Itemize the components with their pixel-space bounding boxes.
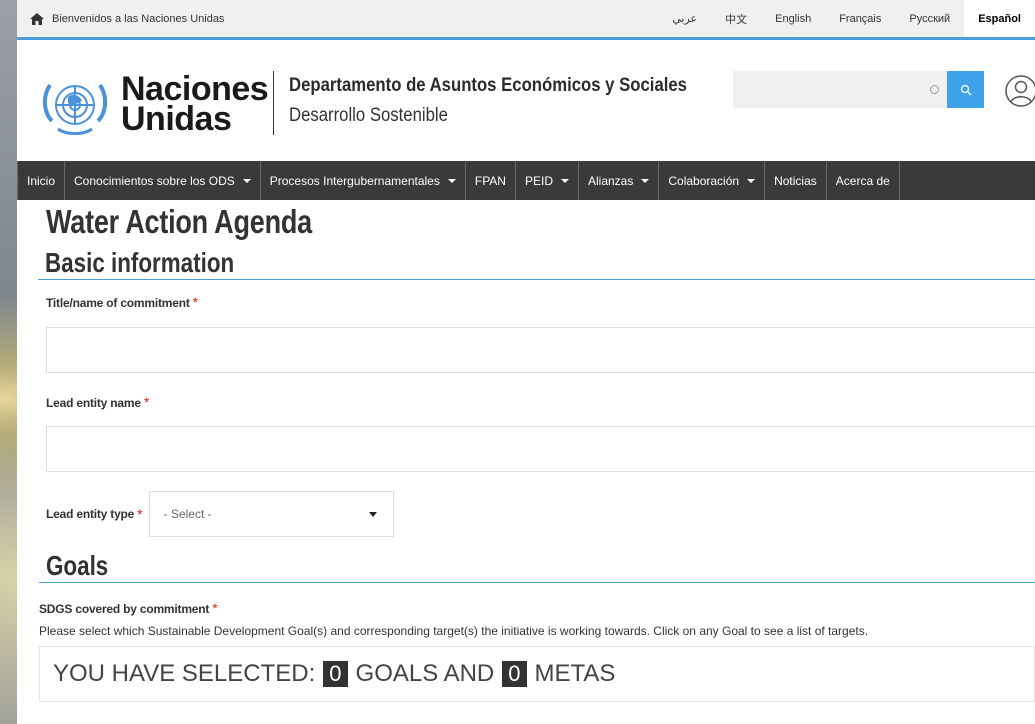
language-switcher: عربي 中文 English Français Русский Español: [658, 0, 1035, 37]
caret-down-icon: [447, 178, 456, 183]
lead-type-row: Lead entity type * - Select -: [46, 491, 1035, 537]
select-value: - Select -: [163, 507, 212, 521]
title-input[interactable]: [46, 327, 1035, 373]
welcome-link[interactable]: Bienvenidos a las Naciones Unidas: [52, 13, 224, 25]
nav-label: Procesos Intergubernamentales: [269, 173, 440, 188]
nav-item-peid[interactable]: PEID: [516, 161, 579, 200]
search-clear-icon: [930, 85, 939, 94]
site-header: Naciones Unidas Departamento de Asuntos …: [17, 40, 1035, 161]
nav-label: Noticias: [774, 173, 817, 188]
nav-label: FPAN: [474, 173, 506, 188]
lang-french[interactable]: Français: [825, 0, 895, 37]
nav-item-conocimientos[interactable]: Conocimientos sobre los ODS: [65, 161, 261, 200]
selection-summary: YOU HAVE SELECTED: 0 GOALS AND 0 METAS: [39, 646, 1035, 702]
caret-down-icon: [561, 178, 569, 183]
required-marker: *: [143, 394, 150, 410]
metas-count-badge: 0: [502, 661, 527, 687]
nav-label: Colaboración: [668, 173, 740, 188]
caret-down-icon: [747, 178, 756, 183]
nav-item-alianzas[interactable]: Alianzas: [579, 161, 660, 200]
required-marker: *: [137, 506, 143, 522]
top-bar: Bienvenidos a las Naciones Unidas عربي 中…: [17, 0, 1035, 40]
chevron-down-icon: [368, 511, 377, 517]
nav-item-acerca[interactable]: Acerca de: [827, 161, 900, 200]
nav-label: Conocimientos sobre los ODS: [74, 173, 235, 188]
nav-label: PEID: [524, 173, 553, 188]
goals-count-badge: 0: [323, 661, 348, 687]
main-navigation: Inicio Conocimientos sobre los ODS Proce…: [17, 161, 1035, 200]
nav-label: Alianzas: [588, 173, 634, 188]
nav-item-procesos[interactable]: Procesos Intergubernamentales: [261, 161, 466, 200]
nav-item-noticias[interactable]: Noticias: [765, 161, 827, 200]
search-icon: [960, 84, 971, 95]
un-logo-text[interactable]: Naciones Unidas: [121, 72, 269, 138]
caret-down-icon: [242, 178, 251, 183]
required-marker: *: [212, 600, 218, 616]
home-icon[interactable]: [30, 12, 44, 25]
caret-down-icon: [641, 178, 650, 183]
lead-name-label-row: Lead entity name *: [46, 394, 1035, 412]
nav-label: Inicio: [27, 173, 56, 188]
lead-name-input[interactable]: [46, 426, 1035, 472]
sdgs-label: SDGS covered by commitment: [39, 602, 210, 616]
department-subtitle[interactable]: Desarrollo Sostenible: [289, 105, 448, 127]
section-goals: Goals: [39, 550, 1035, 583]
section-heading: Goals: [46, 550, 109, 581]
nav-item-colaboracion[interactable]: Colaboración: [659, 161, 766, 200]
lang-chinese[interactable]: 中文: [711, 0, 761, 37]
section-heading: Basic information: [45, 247, 235, 278]
nav-item-fpan[interactable]: FPAN: [466, 161, 516, 200]
department-title[interactable]: Departamento de Asuntos Económicos y Soc…: [289, 75, 687, 97]
metas-word: METAS: [534, 660, 616, 687]
lang-english[interactable]: English: [761, 0, 825, 37]
logo-line-2: Unidas: [121, 100, 232, 138]
search-input[interactable]: [733, 71, 947, 108]
user-account-icon[interactable]: [1004, 74, 1035, 108]
title-label-row: Title/name of commitment *: [46, 294, 1035, 312]
lead-type-select[interactable]: - Select -: [148, 491, 394, 537]
sdgs-help-text: Please select which Sustainable Developm…: [39, 624, 869, 638]
search-button[interactable]: [947, 71, 984, 108]
lang-russian[interactable]: Русский: [895, 0, 964, 37]
lang-spanish[interactable]: Español: [964, 0, 1035, 37]
lang-arabic[interactable]: عربي: [658, 0, 711, 37]
page-title: Water Action Agenda: [46, 203, 312, 240]
title-label: Title/name of commitment: [46, 296, 190, 310]
nav-label: Acerca de: [835, 173, 890, 188]
un-emblem-icon[interactable]: [38, 77, 112, 139]
page: Bienvenidos a las Naciones Unidas عربي 中…: [17, 0, 1035, 724]
selected-prefix: YOU HAVE SELECTED:: [53, 660, 316, 687]
sdgs-label-row: SDGS covered by commitment *: [39, 600, 1035, 618]
main-content: Water Action Agenda Basic information Ti…: [17, 203, 1035, 702]
required-marker: *: [192, 294, 199, 310]
nav-item-inicio[interactable]: Inicio: [17, 161, 66, 200]
lead-name-label: Lead entity name: [46, 396, 141, 410]
section-basic-information: Basic information: [38, 247, 1035, 280]
goals-word: GOALS AND: [355, 660, 495, 687]
lead-type-label: Lead entity type: [46, 507, 135, 521]
logo-divider: [273, 71, 274, 135]
